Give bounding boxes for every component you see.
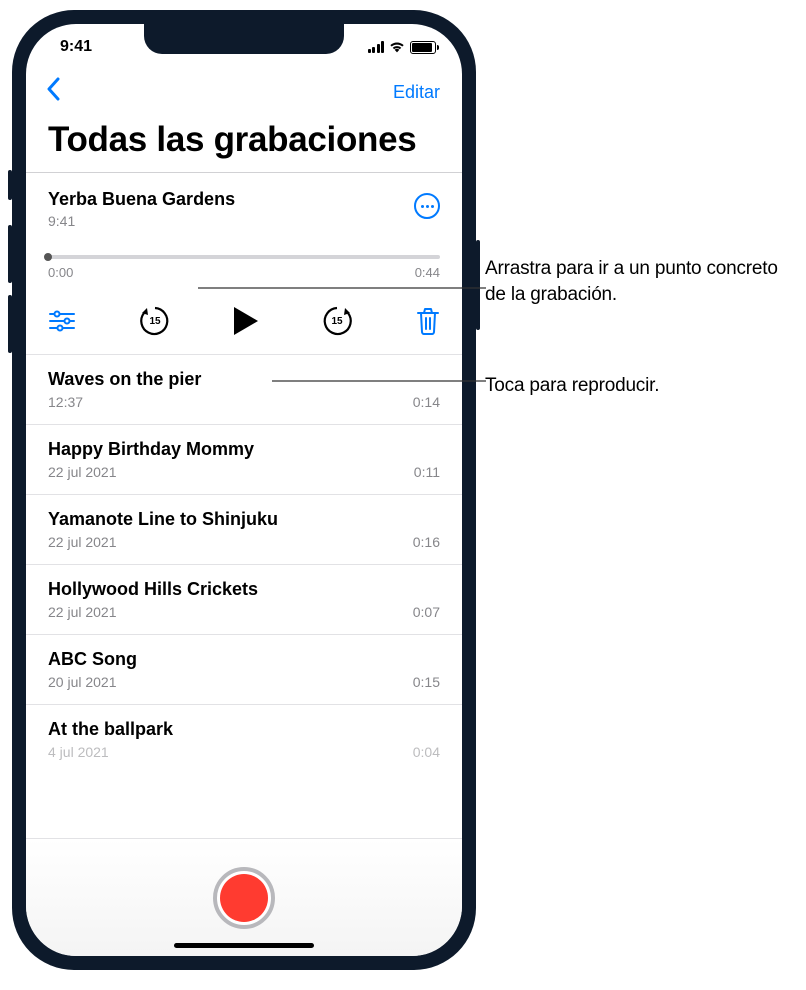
- mute-switch: [8, 170, 12, 200]
- ellipsis-icon: [421, 205, 434, 208]
- recording-duration: 0:15: [413, 674, 440, 690]
- skip-forward-button[interactable]: 15: [320, 304, 354, 338]
- options-button[interactable]: [48, 310, 76, 332]
- recording-title: Yerba Buena Gardens: [48, 189, 235, 210]
- record-icon: [220, 874, 268, 922]
- skip-amount: 15: [331, 316, 342, 327]
- recording-title: At the ballpark: [48, 719, 173, 740]
- wifi-icon: [389, 41, 405, 53]
- recording-date: 22 jul 2021: [48, 534, 117, 550]
- callout-play: Toca para reproducir.: [485, 373, 659, 399]
- selected-recording[interactable]: Yerba Buena Gardens 9:41 0:00 0:44: [26, 173, 462, 355]
- list-item[interactable]: Hollywood Hills Crickets 22 jul 2021 0:0…: [26, 565, 462, 635]
- list-item[interactable]: Happy Birthday Mommy 22 jul 2021 0:11: [26, 425, 462, 495]
- status-time: 9:41: [60, 38, 92, 56]
- battery-icon: [410, 41, 436, 54]
- recording-title: ABC Song: [48, 649, 137, 670]
- recording-title: Yamanote Line to Shinjuku: [48, 509, 278, 530]
- sliders-icon: [48, 310, 76, 332]
- screen: 9:41 Editar Todas las grabaciones: [26, 24, 462, 956]
- record-button[interactable]: [213, 867, 275, 929]
- scrubber-track[interactable]: [48, 255, 440, 259]
- recording-title: Waves on the pier: [48, 369, 201, 390]
- notch: [144, 24, 344, 54]
- recording-date: 4 jul 2021: [48, 744, 109, 760]
- status-indicators: [368, 41, 437, 54]
- recording-date: 20 jul 2021: [48, 674, 117, 690]
- scrubber-thumb[interactable]: [44, 253, 52, 261]
- recording-title: Hollywood Hills Crickets: [48, 579, 258, 600]
- recording-date: 12:37: [48, 394, 83, 410]
- record-area: [26, 838, 462, 956]
- chevron-left-icon: [46, 77, 60, 101]
- list-item[interactable]: Yamanote Line to Shinjuku 22 jul 2021 0:…: [26, 495, 462, 565]
- page-title: Todas las grabaciones: [26, 112, 462, 172]
- list-item[interactable]: ABC Song 20 jul 2021 0:15: [26, 635, 462, 705]
- back-button[interactable]: [40, 76, 66, 108]
- recording-duration: 0:04: [413, 744, 440, 760]
- edit-button[interactable]: Editar: [393, 82, 440, 103]
- recording-duration: 0:07: [413, 604, 440, 620]
- list-item[interactable]: At the ballpark 4 jul 2021 0:04: [26, 705, 462, 764]
- recording-date: 22 jul 2021: [48, 604, 117, 620]
- nav-bar: Editar: [26, 70, 462, 112]
- scrubber[interactable]: 0:00 0:44: [48, 255, 440, 280]
- volume-down-button: [8, 295, 12, 353]
- recording-duration: 0:14: [413, 394, 440, 410]
- cellular-icon: [368, 41, 385, 53]
- playback-controls: 15 15: [48, 304, 440, 344]
- recording-timestamp: 9:41: [48, 213, 235, 229]
- recording-duration: 0:16: [413, 534, 440, 550]
- recording-title: Happy Birthday Mommy: [48, 439, 254, 460]
- trash-icon: [416, 307, 440, 335]
- more-button[interactable]: [414, 193, 440, 219]
- volume-up-button: [8, 225, 12, 283]
- delete-button[interactable]: [416, 307, 440, 335]
- recording-date: 22 jul 2021: [48, 464, 117, 480]
- skip-back-button[interactable]: 15: [138, 304, 172, 338]
- skip-amount: 15: [149, 316, 160, 327]
- play-button[interactable]: [234, 307, 258, 335]
- list-item[interactable]: Waves on the pier 12:37 0:14: [26, 355, 462, 425]
- recordings-list[interactable]: Yerba Buena Gardens 9:41 0:00 0:44: [26, 173, 462, 838]
- callout-scrubber: Arrastra para ir a un punto concreto de …: [485, 256, 795, 307]
- recording-duration: 0:11: [414, 464, 440, 480]
- phone-frame: 9:41 Editar Todas las grabaciones: [12, 10, 476, 970]
- home-indicator[interactable]: [174, 943, 314, 948]
- scrubber-start-label: 0:00: [48, 265, 73, 280]
